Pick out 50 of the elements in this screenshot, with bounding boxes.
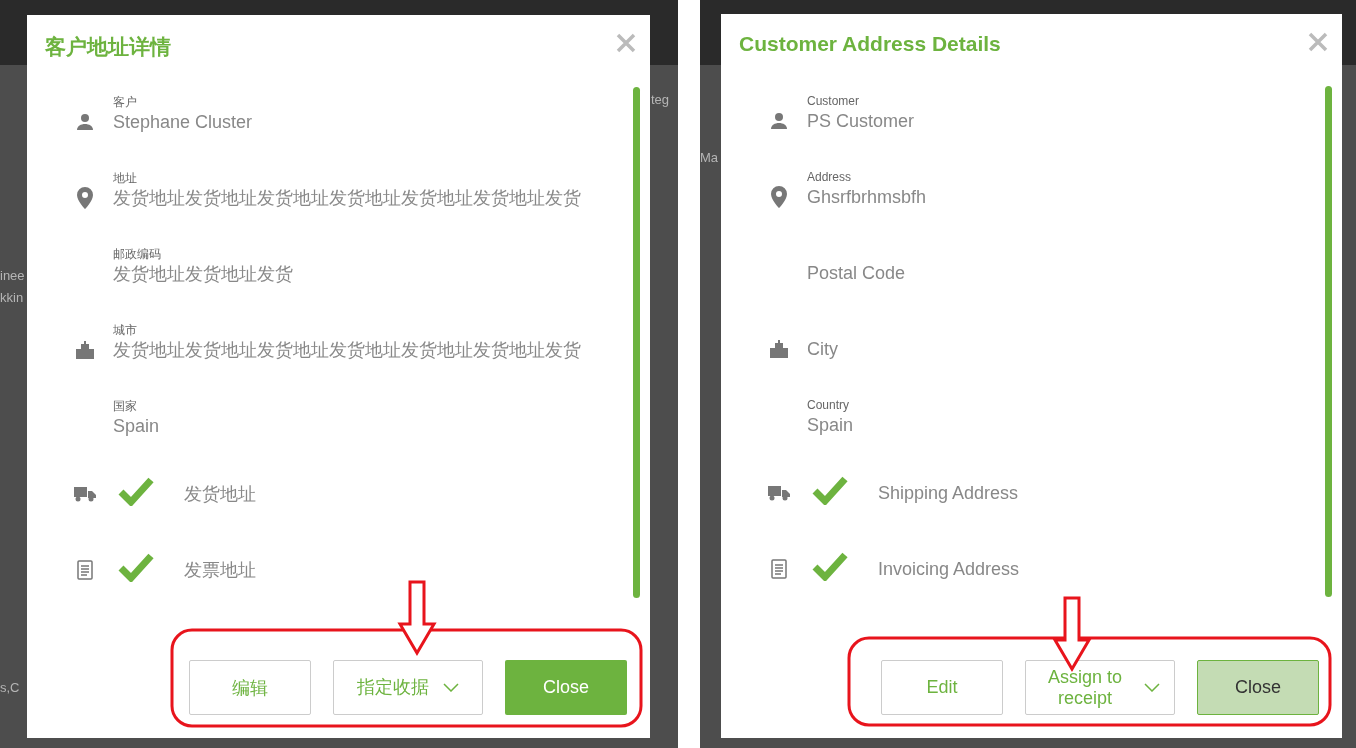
field-value: Postal Code	[807, 262, 906, 285]
truck-icon	[74, 486, 96, 502]
background-text: Ma	[700, 150, 719, 165]
field-label: 客户	[113, 94, 138, 110]
dropdown-button[interactable]: Assign to receipt	[1025, 660, 1175, 715]
field-value: 发货地址发货地址发货地址发货地址发货地址发货地址发货	[113, 339, 581, 362]
dialog-title: 客户地址详情	[45, 34, 171, 60]
field-label: 国家	[113, 398, 138, 414]
field-label: 邮政编码	[113, 246, 162, 262]
option-label: Invoicing Address	[878, 558, 1020, 581]
field-value: Ghsrfbrhmsbfh	[807, 186, 927, 209]
field-value: 发货地址发货地址发货地址发货地址发货地址发货地址发货	[113, 187, 581, 210]
person-icon	[75, 112, 95, 132]
field-label: 地址	[113, 170, 138, 186]
field-value: Spain	[807, 414, 854, 437]
close-icon[interactable]	[1308, 32, 1328, 52]
scrollbar[interactable]	[633, 87, 640, 598]
background-text: kkin	[0, 290, 24, 305]
location-pin-icon	[771, 186, 787, 208]
building-icon	[76, 341, 94, 359]
field-label: Customer	[807, 93, 860, 109]
field-label: Country	[807, 397, 851, 413]
close-icon[interactable]	[616, 33, 636, 53]
dropdown-button[interactable]: 指定收据	[333, 660, 483, 715]
receipt-icon	[771, 559, 787, 579]
location-pin-icon	[77, 187, 93, 209]
chevron-down-icon	[1144, 683, 1160, 692]
field-value: Spain	[113, 415, 160, 438]
edit-button[interactable]: 编辑	[189, 660, 311, 715]
background-text: inee	[0, 268, 25, 283]
field-label: 城市	[113, 322, 138, 338]
building-icon	[770, 340, 788, 358]
edit-button[interactable]: Edit	[881, 660, 1003, 715]
option-label: 发票地址	[184, 559, 256, 582]
close-button[interactable]: Close	[505, 660, 627, 715]
field-value: PS Customer	[807, 110, 915, 133]
scrollbar[interactable]	[1325, 86, 1332, 597]
field-value: Stephane Cluster	[113, 111, 253, 134]
field-label: Address	[807, 169, 853, 185]
person-icon	[769, 111, 789, 131]
field-value: 发货地址发货地址发货	[113, 263, 293, 286]
truck-icon	[768, 485, 790, 501]
option-label: Shipping Address	[878, 482, 1019, 505]
field-value: City	[807, 338, 838, 361]
chevron-down-icon	[443, 683, 459, 692]
background-text: s,C	[0, 680, 20, 695]
dialog-title: Customer Address Details	[739, 32, 1001, 56]
option-label: 发货地址	[184, 483, 256, 506]
receipt-icon	[77, 560, 93, 580]
background-text: teg	[651, 92, 670, 107]
